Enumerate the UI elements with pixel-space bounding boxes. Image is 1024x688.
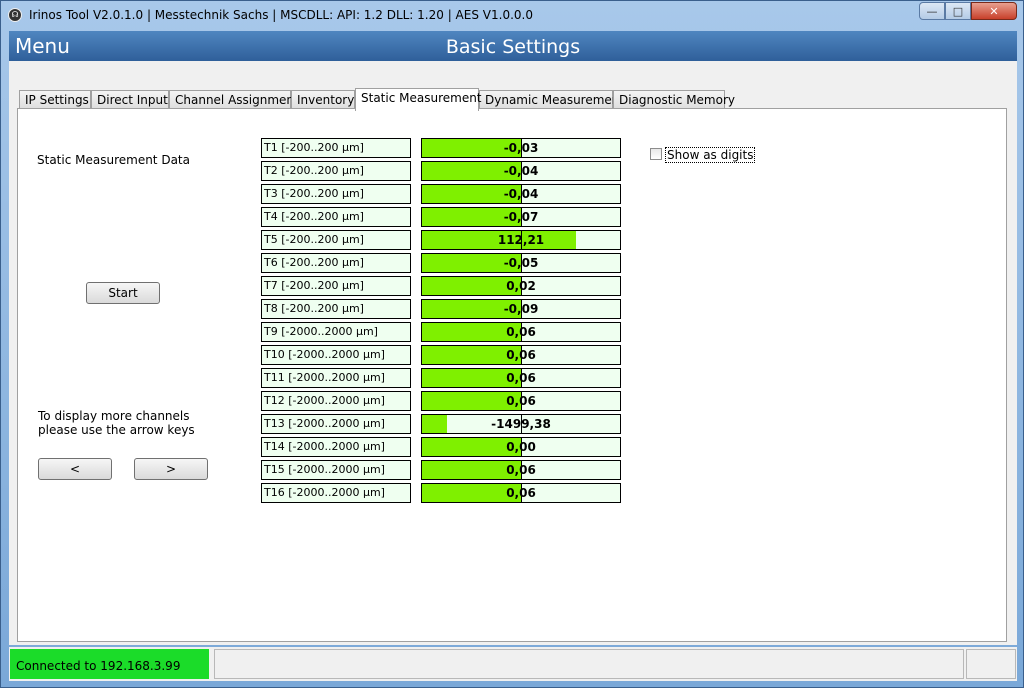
channel-value: -0,03 <box>503 141 539 155</box>
tab-diagnostic-memory[interactable]: Diagnostic Memory <box>613 90 735 110</box>
channel-value-bar: -0,05 <box>421 253 621 273</box>
channel-value-bar: 0,06 <box>421 460 621 480</box>
channel-value: 112,21 <box>497 233 545 247</box>
channel-value: 0,00 <box>506 440 536 454</box>
channel-value: 0,06 <box>506 325 536 339</box>
channel-label: T16 [-2000..2000 µm] <box>261 483 411 503</box>
app-window: ☊ Irinos Tool V2.0.1.0 | Messtechnik Sac… <box>0 0 1024 688</box>
channel-value: -0,09 <box>503 302 539 316</box>
maximize-button[interactable]: □ <box>945 2 971 20</box>
tab-channel-assignment[interactable]: Channel Assignment <box>169 90 299 110</box>
channel-label: T1 [-200..200 µm] <box>261 138 411 158</box>
channel-value-bar: -0,04 <box>421 184 621 204</box>
channel-value-bar: 0,06 <box>421 368 621 388</box>
tab-inventory[interactable]: Inventory <box>291 90 355 110</box>
tab-dynamic-measurement[interactable]: Dynamic Measurement <box>479 90 624 110</box>
hint-line-2: please use the arrow keys <box>38 423 195 437</box>
channel-label: T10 [-2000..2000 µm] <box>261 345 411 365</box>
tab-ip-settings[interactable]: IP Settings <box>19 90 91 110</box>
channel-value: 0,06 <box>506 348 536 362</box>
channel-label: T13 [-2000..2000 µm] <box>261 414 411 434</box>
start-button[interactable]: Start <box>86 282 160 304</box>
status-segment <box>214 649 964 679</box>
channel-label: T4 [-200..200 µm] <box>261 207 411 227</box>
close-button[interactable]: ✕ <box>971 2 1017 20</box>
channel-label: T5 [-200..200 µm] <box>261 230 411 250</box>
hint-line-1: To display more channels <box>38 409 190 423</box>
channel-value: -0,04 <box>503 187 539 201</box>
channel-label: T12 [-2000..2000 µm] <box>261 391 411 411</box>
title-bar[interactable]: ☊ Irinos Tool V2.0.1.0 | Messtechnik Sac… <box>1 1 1023 29</box>
channel-value: -1499,38 <box>491 417 551 431</box>
channel-value-bar: -0,09 <box>421 299 621 319</box>
channel-label: T8 [-200..200 µm] <box>261 299 411 319</box>
channel-label: T14 [-2000..2000 µm] <box>261 437 411 457</box>
channel-value: -0,04 <box>503 164 539 178</box>
channel-label: T2 [-200..200 µm] <box>261 161 411 181</box>
tab-direct-input[interactable]: Direct Input <box>91 90 169 110</box>
channel-label: T7 [-200..200 µm] <box>261 276 411 296</box>
page-title: Basic Settings <box>445 36 581 58</box>
status-bar: Connected to 192.168.3.99 <box>9 647 1017 681</box>
channel-value-bar: 0,06 <box>421 345 621 365</box>
app-icon: ☊ <box>8 8 22 22</box>
arrow-keys-hint: To display more channels please use the … <box>38 409 195 437</box>
main-content: IP Settings Direct Input Channel Assignm… <box>9 61 1017 645</box>
checkbox-box[interactable] <box>650 148 662 160</box>
channel-value: 0,06 <box>506 486 536 500</box>
minimize-button[interactable]: — <box>919 2 945 20</box>
window-title: Irinos Tool V2.0.1.0 | Messtechnik Sachs… <box>29 8 533 22</box>
channel-value-bar: 0,06 <box>421 322 621 342</box>
channel-value: 0,06 <box>506 371 536 385</box>
channel-value-bar: 112,21 <box>421 230 621 250</box>
channel-value-bar: 0,00 <box>421 437 621 457</box>
next-channels-button[interactable]: > <box>134 458 208 480</box>
connection-status: Connected to 192.168.3.99 <box>10 649 209 679</box>
channel-value-bar: -0,03 <box>421 138 621 158</box>
status-resize-grip[interactable] <box>966 649 1016 679</box>
static-measurement-label: Static Measurement Data <box>37 153 190 167</box>
static-measurement-panel: Static Measurement Data Start To display… <box>17 108 1007 642</box>
channel-value-bar: 0,02 <box>421 276 621 296</box>
channel-value: 0,02 <box>506 279 536 293</box>
channel-value-bar: -0,07 <box>421 207 621 227</box>
show-as-digits-label[interactable]: Show as digits <box>665 147 756 163</box>
channel-label: T11 [-2000..2000 µm] <box>261 368 411 388</box>
channel-value: 0,06 <box>506 394 536 408</box>
channel-label: T9 [-2000..2000 µm] <box>261 322 411 342</box>
prev-channels-button[interactable]: < <box>38 458 112 480</box>
channel-value-bar: 0,06 <box>421 483 621 503</box>
channel-value: -0,07 <box>503 210 539 224</box>
channel-label: T15 [-2000..2000 µm] <box>261 460 411 480</box>
channel-label: T3 [-200..200 µm] <box>261 184 411 204</box>
channel-value: -0,05 <box>503 256 539 270</box>
channel-value-bar: 0,06 <box>421 391 621 411</box>
header-bar: Menu Basic Settings <box>9 31 1017 61</box>
channel-value: 0,06 <box>506 463 536 477</box>
channel-label: T6 [-200..200 µm] <box>261 253 411 273</box>
tab-static-measurement[interactable]: Static Measurement <box>355 88 482 111</box>
channel-value-bar: -1499,38 <box>421 414 621 434</box>
channel-value-bar: -0,04 <box>421 161 621 181</box>
